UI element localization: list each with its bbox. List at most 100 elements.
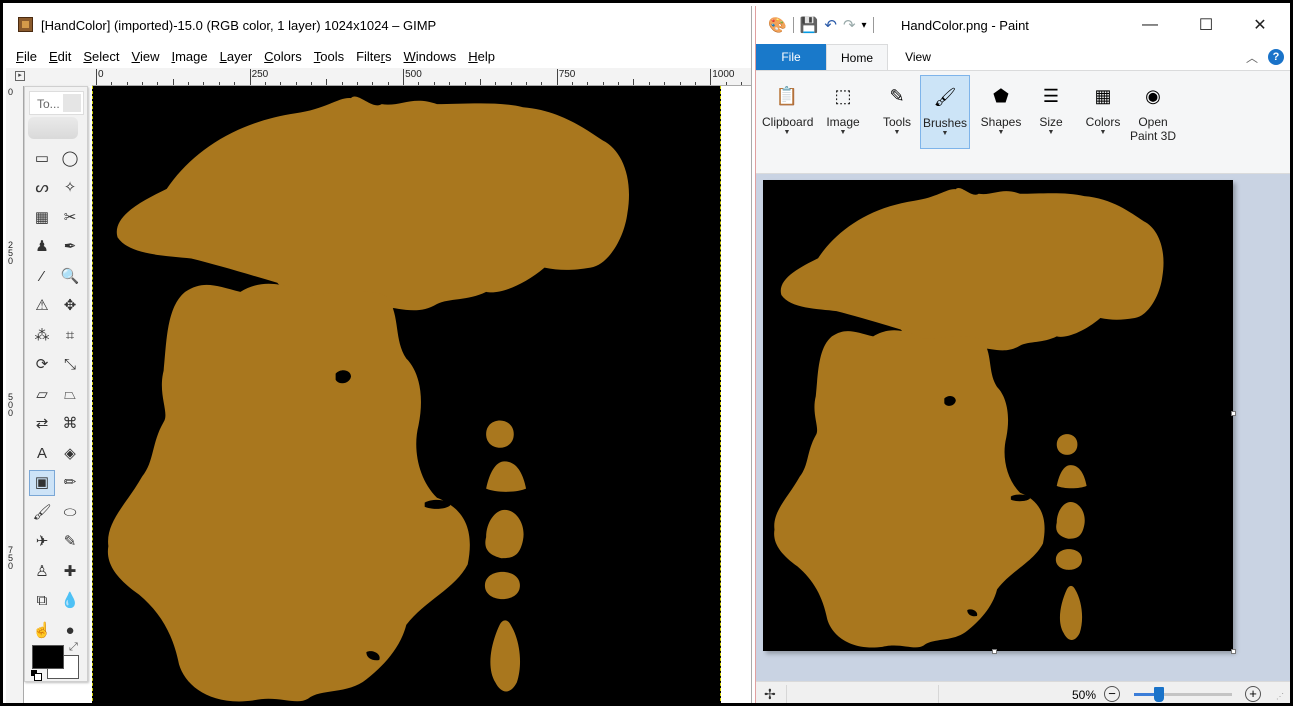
gimp-menu-item[interactable]: Image [164,46,212,68]
blend-icon[interactable]: ▣ [29,469,55,496]
resize-handle-corner[interactable] [1231,649,1236,654]
brushes-icon: 🖌 [933,86,957,107]
paint-app-icon[interactable]: 🎨 [768,16,787,34]
color-picker-icon[interactable]: ⁄ [29,263,55,289]
dot-5 [490,620,521,692]
gimp-menu-item[interactable]: Select [76,46,124,68]
cage-transform-icon-glyph: ⌘ [62,415,78,432]
clone-icon[interactable]: ♙ [29,558,55,584]
tab-view[interactable]: View [888,44,948,70]
ruler-tick [648,82,650,85]
resize-handle-bottom[interactable] [992,649,997,654]
rect-select-icon[interactable]: ▭ [29,145,55,171]
ribbon-size-button[interactable]: ☰ Size ▼ [1026,75,1076,149]
ruler-tick [694,82,696,85]
pencil-icon[interactable]: ✏ [57,470,83,496]
rotate-icon-glyph: ⟳ [35,356,49,373]
ribbon-colors-button[interactable]: ▦ Colors ▼ [1078,75,1128,149]
save-icon[interactable]: 💾 [800,16,819,34]
gimp-titlebar[interactable]: [HandColor] (imported)-15.0 (RGB color, … [6,6,751,42]
zoom-icon[interactable]: 🔍 [57,263,83,289]
quick-mask-toggle-icon[interactable]: ▸ [15,71,25,81]
scale-icon[interactable]: ⤡ [57,352,83,378]
foreground-color-swatch[interactable] [32,645,64,669]
ellipse-select-icon[interactable]: ◯ [57,145,83,171]
reset-colors-icon[interactable] [31,670,42,681]
ruler-tick [310,82,312,85]
paths-icon[interactable]: ✒ [57,234,83,260]
toolbox-menu-button[interactable] [63,94,81,112]
horizontal-ruler[interactable]: 0 250 500 750 1000 [92,68,751,86]
swap-colors-icon[interactable]: ⤢ [69,641,78,654]
customize-qat-icon[interactable]: ▾ [862,20,867,31]
zoom-slider-thumb[interactable] [1153,687,1164,702]
gimp-toolbox: To... ▭ ◯ ᔕ ✧ ▦ ✂ ♟ ✒ ⁄ 🔍 ⚠ ✥ ⁂ ⌗ ⟳ ⤡ ▱ ⏢ ⇄ ⌘ A ◈ ▣ ✏ 🖌 ⬭ ✈ ✎ ♙ ✚ ⧉ 💧 ☝ ●… [24,86,88,682]
zoom-in-button[interactable]: + [1245,686,1261,702]
lower-blob [107,283,470,702]
free-select-icon-glyph: ᔕ [35,179,49,196]
smudge-icon[interactable]: ☝ [29,617,55,643]
tab-file[interactable]: File [756,44,826,70]
heal-icon-glyph: ✚ [63,562,77,580]
paintbrush-icon[interactable]: 🖌 [29,499,55,525]
flip-icon[interactable]: ⇄ [29,411,55,437]
foreground-select-icon[interactable]: ♟ [29,234,55,260]
cage-transform-icon[interactable]: ⌘ [57,411,83,437]
ribbon-paint3d-button[interactable]: ◉ Open Paint 3D [1128,75,1178,149]
ruler-tick [433,82,435,85]
help-icon[interactable]: ? [1268,49,1284,65]
ribbon-tools-button[interactable]: ✎ Tools ▼ [872,75,922,149]
heal-icon[interactable]: ✚ [57,558,83,584]
zoom-slider[interactable] [1134,687,1232,702]
undo-icon[interactable]: ↶ [824,16,837,34]
free-select-icon[interactable]: ᔕ [29,175,55,201]
vertical-ruler[interactable]: 0 250 500 750 [6,86,24,703]
gimp-image-canvas[interactable] [92,86,721,703]
ribbon-clipboard-button[interactable]: 📋 Clipboard ▼ [762,75,813,149]
rotate-icon[interactable]: ⟳ [29,352,55,378]
maximize-button[interactable]: ☐ [1184,10,1228,40]
move-icon[interactable]: ✥ [57,293,83,319]
ribbon-collapse-icon[interactable]: ︿ [1246,49,1258,66]
tab-home[interactable]: Home [826,44,888,71]
gimp-menu-item[interactable]: Layer [213,46,258,68]
dodge-burn-icon[interactable]: ● [57,617,83,643]
ribbon-shapes-button[interactable]: ⬟ Shapes ▼ [976,75,1026,149]
eraser-icon[interactable]: ⬭ [57,499,83,525]
airbrush-icon[interactable]: ✈ [29,529,55,555]
text-icon[interactable]: A [29,440,55,466]
ruler-label: 750 [558,69,576,80]
gimp-menu-item[interactable]: Help [461,46,500,68]
crop-icon[interactable]: ⌗ [57,322,83,348]
gimp-menu-item[interactable]: View [125,46,165,68]
gimp-menu-item[interactable]: Filters [349,46,396,68]
ribbon-brushes-button[interactable]: 🖌 Brushes ▼ [920,75,970,149]
select-by-color-icon[interactable]: ▦ [29,204,55,230]
gimp-menu-item[interactable]: Tools [307,46,349,68]
measure-icon[interactable]: ⚠ [29,293,55,319]
perspective-clone-icon[interactable]: ⧉ [29,588,55,614]
chevron-down-icon: ▼ [1099,129,1107,136]
gimp-menu-item[interactable]: Windows [397,46,462,68]
bucket-fill-icon[interactable]: ◈ [57,440,83,466]
ribbon-image-button[interactable]: ⬚ Image ▼ [818,75,868,149]
gimp-menu-item[interactable]: Edit [42,46,76,68]
paint-titlebar[interactable]: 🎨 💾 ↶ ↷ ▾ HandColor.png - Paint — ☐ ✕ [756,6,1290,44]
redo-icon[interactable]: ↷ [843,16,856,34]
blur-icon[interactable]: 💧 [57,588,83,614]
fuzzy-select-icon[interactable]: ✧ [57,175,83,201]
qat-separator [792,17,794,33]
zoom-out-button[interactable]: − [1104,686,1120,702]
scissors-select-icon[interactable]: ✂ [57,204,83,230]
align-icon[interactable]: ⁂ [29,322,55,348]
minimize-button[interactable]: — [1128,10,1172,40]
resize-handle-right[interactable] [1231,411,1236,416]
perspective-icon[interactable]: ⏢ [57,381,83,407]
paint-image-canvas[interactable] [763,180,1233,651]
shear-icon[interactable]: ▱ [29,381,55,407]
gimp-menu-item[interactable]: Colors [257,46,307,68]
gimp-menu-item[interactable]: File [6,46,42,68]
resize-grip-icon[interactable]: ⋰ [1276,692,1284,701]
ink-icon[interactable]: ✎ [57,529,83,555]
close-button[interactable]: ✕ [1238,10,1282,40]
